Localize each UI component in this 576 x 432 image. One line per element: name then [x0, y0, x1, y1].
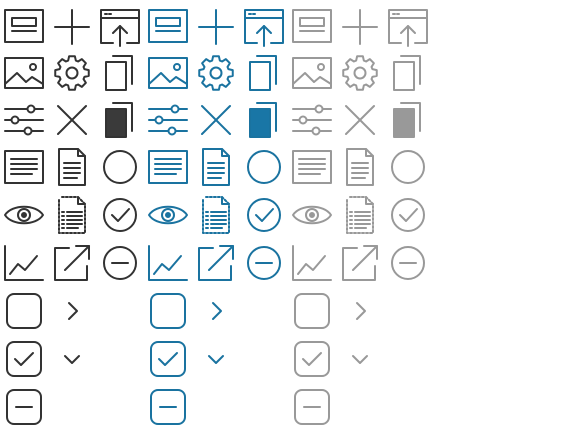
line-chart-icon: [148, 243, 188, 283]
checkbox-empty-icon: [148, 291, 188, 331]
panel-icon: [292, 7, 332, 47]
eye-icon: [4, 195, 44, 235]
checkbox-checked-icon: [4, 339, 44, 379]
minus-circle-icon: [100, 243, 140, 283]
line-chart-icon: [4, 243, 44, 283]
sliders-icon: [4, 100, 44, 140]
check-circle-icon: [388, 195, 428, 235]
checkbox-indeterminate-icon: [292, 387, 332, 427]
checkbox-empty-icon: [4, 291, 44, 331]
checkbox-checked-icon: [292, 339, 332, 379]
checkbox-indeterminate-icon: [148, 387, 188, 427]
chevron-down-icon: [52, 339, 92, 379]
copy-icon: [244, 53, 284, 93]
dotted-document-icon: [52, 195, 92, 235]
panel-icon: [148, 7, 188, 47]
chevron-down-icon: [340, 339, 380, 379]
text-block-icon: [148, 147, 188, 187]
chevron-down-icon: [196, 339, 236, 379]
document-icon: [52, 147, 92, 187]
upload-window-icon: [244, 7, 284, 47]
check-circle-icon: [244, 195, 284, 235]
close-icon: [196, 100, 236, 140]
copy-filled-icon: [100, 100, 140, 140]
plus-icon: [340, 7, 380, 47]
upload-window-icon: [388, 7, 428, 47]
panel-icon: [4, 7, 44, 47]
document-icon: [196, 147, 236, 187]
gear-icon: [340, 53, 380, 93]
external-link-icon: [340, 243, 380, 283]
check-circle-icon: [100, 195, 140, 235]
close-icon: [52, 100, 92, 140]
checkbox-empty-icon: [292, 291, 332, 331]
circle-icon: [244, 147, 284, 187]
minus-circle-icon: [244, 243, 284, 283]
document-icon: [340, 147, 380, 187]
circle-icon: [388, 147, 428, 187]
sliders-icon: [148, 100, 188, 140]
plus-icon: [196, 7, 236, 47]
eye-icon: [148, 195, 188, 235]
checkbox-checked-icon: [148, 339, 188, 379]
gear-icon: [196, 53, 236, 93]
line-chart-icon: [292, 243, 332, 283]
close-icon: [340, 100, 380, 140]
checkbox-indeterminate-icon: [4, 387, 44, 427]
chevron-right-icon: [52, 291, 92, 331]
copy-icon: [100, 53, 140, 93]
chevron-right-icon: [196, 291, 236, 331]
minus-circle-icon: [388, 243, 428, 283]
upload-window-icon: [100, 7, 140, 47]
dotted-document-icon: [196, 195, 236, 235]
circle-icon: [100, 147, 140, 187]
chevron-right-icon: [340, 291, 380, 331]
image-icon: [4, 53, 44, 93]
external-link-icon: [52, 243, 92, 283]
copy-filled-icon: [388, 100, 428, 140]
copy-icon: [388, 53, 428, 93]
eye-icon: [292, 195, 332, 235]
copy-filled-icon: [244, 100, 284, 140]
text-block-icon: [4, 147, 44, 187]
image-icon: [148, 53, 188, 93]
icon-sheet: [0, 0, 576, 432]
image-icon: [292, 53, 332, 93]
plus-icon: [52, 7, 92, 47]
gear-icon: [52, 53, 92, 93]
external-link-icon: [196, 243, 236, 283]
dotted-document-icon: [340, 195, 380, 235]
text-block-icon: [292, 147, 332, 187]
sliders-icon: [292, 100, 332, 140]
